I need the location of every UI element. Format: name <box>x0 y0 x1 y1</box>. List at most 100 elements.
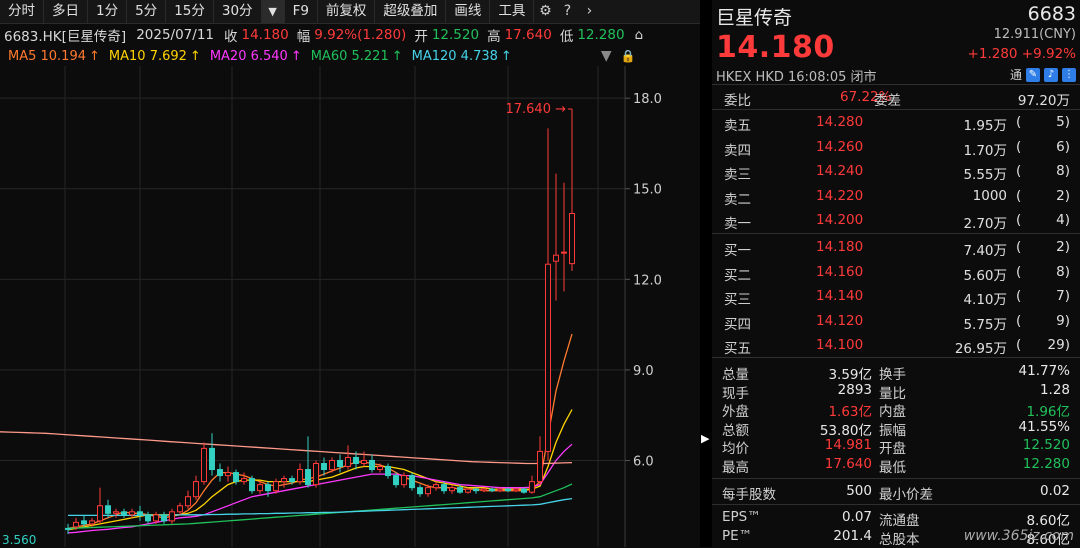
stat-value: 12.520 <box>1022 437 1070 453</box>
stat-value: 2893 <box>837 381 872 398</box>
more-icon[interactable]: ⋮ <box>1062 67 1076 82</box>
level-label: 卖四 <box>724 142 751 159</box>
ask-row[interactable]: 卖一 14.200 2.70万 (4) <box>712 209 1080 234</box>
stat-row: EPS™ 0.07 流通盘 8.60亿 <box>712 508 1080 529</box>
stat-value: 1.28 <box>1039 381 1070 398</box>
candle-body <box>369 459 375 471</box>
candle-body <box>457 487 463 493</box>
settings-gear-icon[interactable]: ⚙ <box>534 0 556 23</box>
ma-line-ma250 <box>0 431 573 465</box>
expand-panel-icon[interactable]: ▶ <box>701 432 709 445</box>
stat-row: 每手股数 500 最小价差 0.02 <box>712 482 1080 503</box>
paren-open: ( <box>1016 312 1022 329</box>
tab-multiday[interactable]: 多日 <box>44 0 88 23</box>
stat-value: 41.77% <box>1018 363 1070 379</box>
edit-icon[interactable]: ✎ <box>1026 67 1040 82</box>
market-status: HKEX HKD 16:08:05 闭市 <box>716 70 877 85</box>
level-count: 2) <box>1056 187 1070 204</box>
paren-open: ( <box>1016 263 1022 280</box>
stat-row: 总量 3.59亿 换手 41.77% <box>712 362 1080 383</box>
candle-body <box>209 447 215 471</box>
overlay-button[interactable]: 超级叠加 <box>375 0 447 23</box>
candle-body <box>529 481 535 493</box>
level-label: 卖二 <box>724 191 751 208</box>
stat-row: 现手 2893 量比 1.28 <box>712 381 1080 402</box>
ask-row[interactable]: 卖四 14.260 1.70万 (6) <box>712 136 1080 161</box>
candle-body <box>377 466 383 471</box>
level-price: 14.120 <box>816 312 864 329</box>
candle-body <box>89 520 95 525</box>
close-label: 收 <box>224 29 238 45</box>
level-volume: 4.10万 <box>963 292 1007 309</box>
candle-body <box>561 251 567 254</box>
stat-row: 外盘 1.63亿 内盘 1.96亿 <box>712 399 1080 420</box>
ma10-arrow-icon: ↑ <box>189 48 201 64</box>
stat-value: 201.4 <box>833 527 872 544</box>
candle-body <box>409 475 415 489</box>
f9-button[interactable]: F9 <box>285 0 318 23</box>
adjust-button[interactable]: 前复权 <box>318 0 376 23</box>
candle-body <box>225 472 231 477</box>
bell-icon[interactable]: ♪ <box>1044 67 1058 82</box>
candle-body <box>241 478 247 483</box>
tab-30min[interactable]: 30分 <box>214 0 262 23</box>
bid-row[interactable]: 买一 14.180 7.40万 (2) <box>712 236 1080 261</box>
level-price: 14.180 <box>816 239 864 255</box>
tools-button[interactable]: 工具 <box>490 0 535 23</box>
period-dropdown-icon[interactable]: ▼ <box>261 0 285 23</box>
home-icon[interactable]: ⌂ <box>635 27 644 43</box>
paren-open: ( <box>1016 239 1022 255</box>
ask-row[interactable]: 卖二 14.220 1000 (2) <box>712 185 1080 210</box>
open-label: 开 <box>414 29 428 45</box>
tab-1min[interactable]: 1分 <box>88 0 128 23</box>
level-price: 14.220 <box>816 187 864 204</box>
candle-body <box>177 505 183 513</box>
collapse-triangle-icon[interactable]: ▼ <box>601 48 612 64</box>
level-volume: 1.95万 <box>963 118 1007 134</box>
bar-date: 2025/07/11 <box>136 27 214 43</box>
stat-row: 总额 53.80亿 振幅 41.55% <box>712 418 1080 439</box>
bid-row[interactable]: 买四 14.120 5.75万 (9) <box>712 310 1080 335</box>
panel-divider[interactable] <box>700 0 712 547</box>
paren-open: ( <box>1016 163 1022 180</box>
tab-15min[interactable]: 15分 <box>166 0 214 23</box>
separator <box>712 478 1080 479</box>
lock-icon[interactable]: 🔒 <box>621 49 636 63</box>
candle-body <box>105 505 111 514</box>
paren-open: ( <box>1016 114 1022 130</box>
candle-body <box>449 487 455 492</box>
paren-open: ( <box>1016 138 1022 155</box>
draw-button[interactable]: 画线 <box>446 0 491 23</box>
candle-body <box>393 475 399 486</box>
bid-row[interactable]: 买二 14.160 5.60万 (8) <box>712 261 1080 286</box>
level-label: 卖五 <box>724 118 751 134</box>
help-icon[interactable]: ? <box>556 0 578 23</box>
stat-value: 500 <box>846 483 872 499</box>
bar-info-line: 6683.HK[巨星传奇] 2025/07/11 收 14.180 幅 9.92… <box>0 24 700 46</box>
separator <box>712 504 1080 505</box>
level-volume: 1000 <box>972 187 1007 204</box>
stat-value: 0.07 <box>841 509 872 525</box>
low-annotation: 3.560 <box>2 533 36 547</box>
cny-price: 12.911(CNY) <box>993 27 1076 42</box>
level-label: 买三 <box>724 292 751 309</box>
candle-body <box>465 488 471 493</box>
stat-row: 均价 14.981 开盘 12.520 <box>712 436 1080 457</box>
level-count: 2) <box>1056 239 1070 255</box>
bid-row[interactable]: 买三 14.140 4.10万 (7) <box>712 285 1080 310</box>
stock-name: 巨星传奇 <box>716 7 793 29</box>
tab-5min[interactable]: 5分 <box>127 0 167 23</box>
tab-timeshare[interactable]: 分时 <box>0 0 44 23</box>
candle-body <box>441 484 447 492</box>
candle-body <box>145 514 151 522</box>
candle-body <box>473 488 479 492</box>
kline-chart[interactable]: 18.0 15.0 12.0 9.0 6.0 17.640 → 3.560 <box>0 66 700 547</box>
ask-row[interactable]: 卖五 14.280 1.95万 (5) <box>712 111 1080 136</box>
stat-value: 12.280 <box>1022 455 1070 472</box>
candle-body <box>433 484 439 489</box>
ask-row[interactable]: 卖三 14.240 5.55万 (8) <box>712 160 1080 185</box>
chevron-right-icon[interactable]: › <box>578 0 600 23</box>
bid-row[interactable]: 买五 14.100 26.95万 (29) <box>712 334 1080 359</box>
level-count: 8) <box>1056 263 1070 280</box>
candle-body <box>337 459 343 468</box>
